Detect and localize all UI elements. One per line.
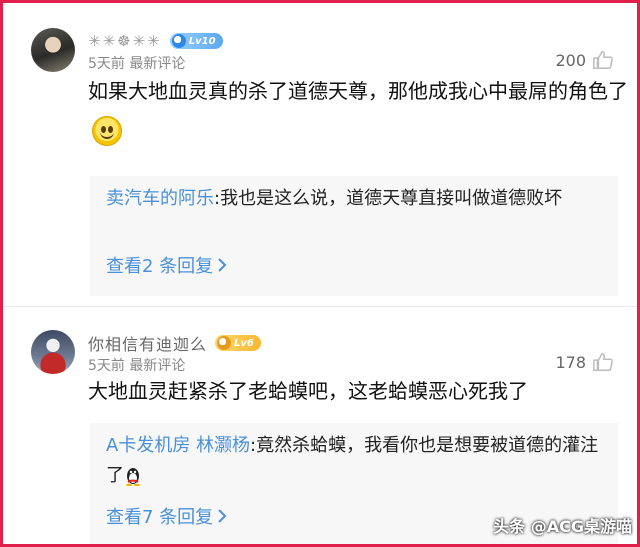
- comment-meta: 5天前 最新评论: [88, 56, 186, 72]
- chevron-right-icon: [218, 258, 227, 272]
- comment-header: ✳✳☸✳✳ Lv10: [88, 30, 223, 52]
- thumbs-up-icon: [593, 51, 613, 69]
- avatar[interactable]: [31, 330, 75, 374]
- level-label: Lv10: [188, 35, 216, 47]
- like-count: 178: [555, 352, 586, 372]
- like-count: 200: [555, 50, 586, 70]
- reply-line: 卖汽车的阿乐:我也是这么说，道德天尊直接叫做道德败坏: [106, 184, 602, 214]
- qq-penguin-icon: [126, 468, 140, 486]
- view-replies-label: 查看2 条回复: [106, 256, 214, 277]
- avatar[interactable]: [31, 28, 75, 72]
- level-badge: Lv6: [215, 335, 261, 351]
- username[interactable]: 你相信有迪迦么: [88, 331, 207, 355]
- level-orb-icon: [171, 34, 186, 48]
- like-button[interactable]: 200: [555, 49, 614, 71]
- level-orb-icon: [217, 336, 232, 350]
- chevron-right-icon: [218, 509, 227, 523]
- like-button[interactable]: 178: [555, 351, 614, 373]
- level-label: Lv6: [234, 337, 254, 349]
- divider: [3, 306, 637, 307]
- reply-line: A卡发机房 林灏杨:竟然杀蛤蟆，我看你也是想要被道德的灌注了: [106, 431, 602, 491]
- reply-preview: 卖汽车的阿乐:我也是这么说，道德天尊直接叫做道德败坏 查看2 条回复: [90, 176, 618, 296]
- comment-body: 如果大地血灵真的杀了道德天尊，那他成我心中最屌的角色了: [88, 72, 628, 148]
- view-replies-link[interactable]: 查看2 条回复: [106, 252, 227, 278]
- thumbs-up-icon: [593, 353, 613, 371]
- username[interactable]: ✳✳☸✳✳: [88, 32, 162, 50]
- comment-text: 大地血灵赶紧杀了老蛤蟆吧，这老蛤蟆恶心死我了: [88, 379, 528, 403]
- level-badge: Lv10: [169, 33, 223, 49]
- comment-body: 大地血灵赶紧杀了老蛤蟆吧，这老蛤蟆恶心死我了: [88, 372, 628, 410]
- comment-header: 你相信有迪迦么 Lv6: [88, 332, 261, 354]
- watermark: 头条 @ACG桌游喵: [493, 517, 632, 536]
- view-replies-link[interactable]: 查看7 条回复: [106, 503, 227, 529]
- reply-username[interactable]: 卖汽车的阿乐: [106, 188, 214, 209]
- comment-text: 如果大地血灵真的杀了道德天尊，那他成我心中最屌的角色了: [88, 79, 628, 103]
- smile-emoji-icon: [92, 115, 122, 146]
- reply-username[interactable]: A卡发机房 林灏杨: [106, 435, 250, 456]
- reply-text: 我也是这么说，道德天尊直接叫做道德败坏: [220, 188, 563, 209]
- view-replies-label: 查看7 条回复: [106, 507, 214, 528]
